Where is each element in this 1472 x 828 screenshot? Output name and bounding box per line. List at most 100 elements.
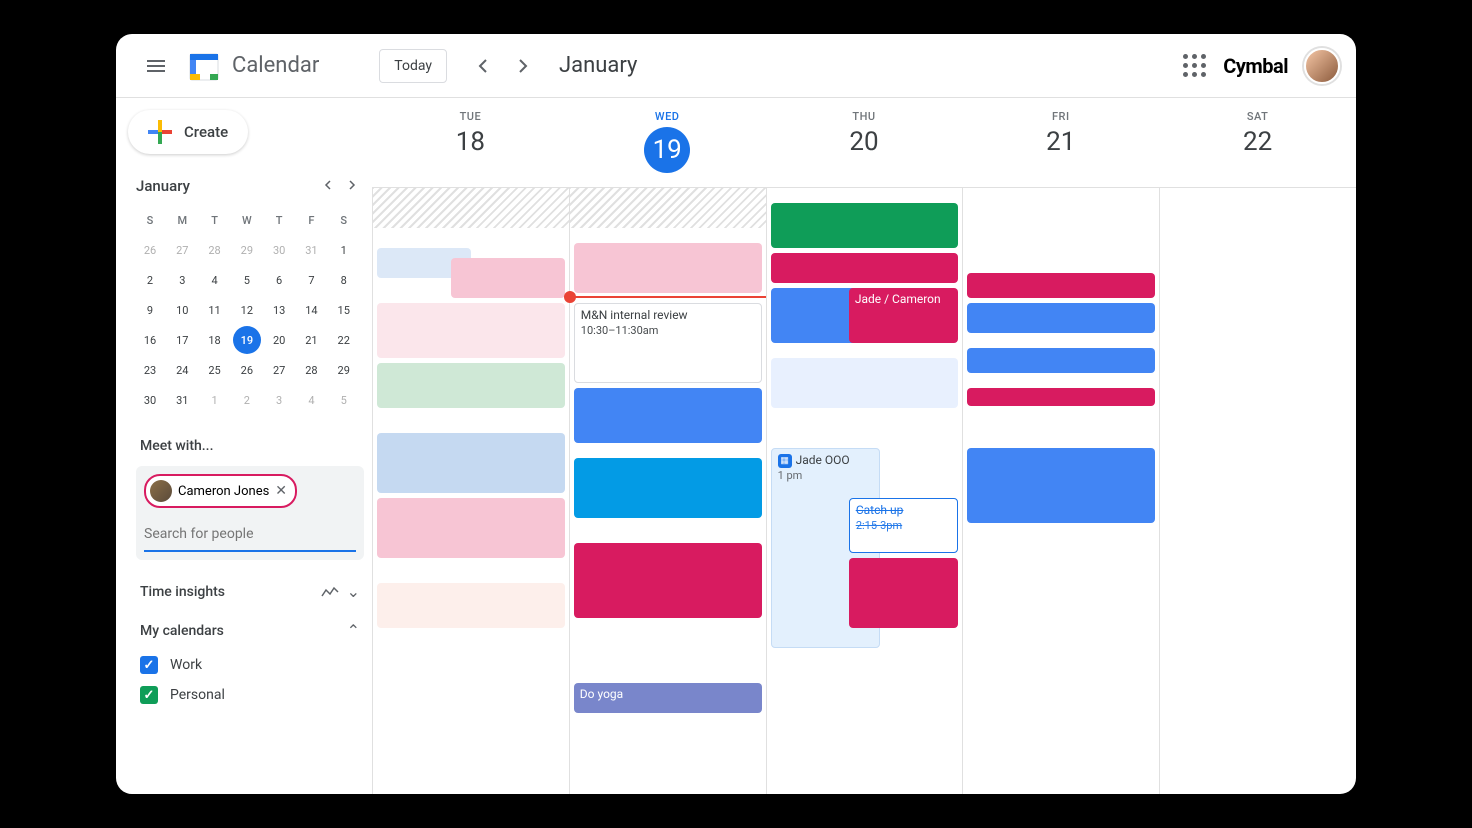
create-button[interactable]: Create (128, 110, 248, 154)
mini-cal-day[interactable]: 4 (297, 386, 325, 414)
event-block[interactable] (967, 303, 1155, 333)
day-header[interactable]: WED19 (569, 98, 766, 187)
event-block[interactable] (967, 273, 1155, 298)
calendar-label: Personal (170, 687, 225, 703)
mini-cal-day[interactable]: 5 (233, 266, 261, 294)
today-button[interactable]: Today (379, 49, 447, 83)
mini-cal-day[interactable]: 27 (168, 236, 196, 264)
calendar-checkbox[interactable] (140, 686, 158, 704)
event-block[interactable] (377, 583, 565, 628)
mini-cal-day[interactable]: 30 (265, 236, 293, 264)
prev-period-button[interactable] (467, 50, 499, 82)
account-avatar[interactable] (1304, 48, 1340, 84)
mini-cal-day[interactable]: 3 (265, 386, 293, 414)
day-column-wed[interactable]: M&N internal review 10:30–11:30am Do yog… (569, 188, 766, 794)
event-block[interactable] (574, 243, 762, 293)
day-column-fri[interactable] (962, 188, 1159, 794)
mini-cal-day[interactable]: 9 (136, 296, 164, 324)
mini-cal-day[interactable]: 11 (201, 296, 229, 324)
event-block[interactable] (849, 558, 959, 628)
mini-cal-day[interactable]: 7 (297, 266, 325, 294)
event-internal-review[interactable]: M&N internal review 10:30–11:30am (574, 303, 762, 383)
mini-cal-day[interactable]: 28 (297, 356, 325, 384)
event-block[interactable] (377, 433, 565, 493)
mini-cal-day[interactable]: 2 (136, 266, 164, 294)
event-block[interactable] (771, 253, 959, 283)
mini-cal-day[interactable]: 12 (233, 296, 261, 324)
mini-cal-day[interactable]: 10 (168, 296, 196, 324)
day-header[interactable]: TUE18 (372, 98, 569, 187)
calendar-grid[interactable]: M&N internal review 10:30–11:30am Do yog… (372, 188, 1356, 794)
mini-cal-day[interactable]: 24 (168, 356, 196, 384)
time-insights-row[interactable]: Time insights ⌄ (128, 572, 372, 611)
mini-cal-day[interactable]: 2 (233, 386, 261, 414)
mini-cal-day[interactable]: 29 (233, 236, 261, 264)
mini-cal-day[interactable]: 14 (297, 296, 325, 324)
mini-cal-day[interactable]: 29 (330, 356, 358, 384)
day-column-tue[interactable] (372, 188, 569, 794)
event-block[interactable] (377, 303, 565, 358)
mini-cal-day[interactable]: 17 (168, 326, 196, 354)
calendar-item-personal[interactable]: Personal (128, 680, 372, 710)
mini-cal-day[interactable]: 26 (136, 236, 164, 264)
my-calendars-row[interactable]: My calendars ⌃ (128, 611, 372, 650)
mini-cal-day[interactable]: 31 (297, 236, 325, 264)
event-catch-up-declined[interactable]: Catch up 2:15-3pm (849, 498, 959, 553)
mini-cal-day[interactable]: 4 (201, 266, 229, 294)
event-block[interactable] (771, 358, 959, 408)
time-dot-icon (564, 291, 576, 303)
meet-with-box: Cameron Jones ✕ (136, 466, 364, 560)
event-block[interactable] (377, 363, 565, 408)
mini-cal-day[interactable]: 1 (330, 236, 358, 264)
mini-cal-day[interactable]: 19 (233, 326, 261, 354)
meet-with-label: Meet with... (128, 430, 372, 462)
day-column-thu[interactable]: Jade / Cameron ▦Jade OOO 1 pm Catch up 2… (766, 188, 963, 794)
mini-cal-day[interactable]: 16 (136, 326, 164, 354)
app-title: Calendar (232, 53, 319, 78)
calendar-item-work[interactable]: Work (128, 650, 372, 680)
mini-cal-day[interactable]: 27 (265, 356, 293, 384)
mini-cal-day[interactable]: 22 (330, 326, 358, 354)
day-header[interactable]: THU20 (766, 98, 963, 187)
mini-cal-day[interactable]: 6 (265, 266, 293, 294)
person-chip[interactable]: Cameron Jones ✕ (144, 474, 297, 508)
people-search-input[interactable] (144, 518, 356, 552)
event-block[interactable] (771, 203, 959, 248)
event-block[interactable] (574, 388, 762, 443)
event-jade-cameron[interactable]: Jade / Cameron (849, 288, 959, 343)
mini-cal-day[interactable]: 28 (201, 236, 229, 264)
mini-cal-day[interactable]: 31 (168, 386, 196, 414)
mini-prev-button[interactable] (320, 174, 336, 198)
mini-cal-day[interactable]: 5 (330, 386, 358, 414)
event-block[interactable] (574, 543, 762, 618)
mini-cal-day[interactable]: 23 (136, 356, 164, 384)
mini-cal-day[interactable]: 3 (168, 266, 196, 294)
day-column-sat[interactable] (1159, 188, 1356, 794)
calendar-checkbox[interactable] (140, 656, 158, 674)
mini-cal-day[interactable]: 18 (201, 326, 229, 354)
mini-next-button[interactable] (344, 174, 360, 198)
mini-cal-day[interactable]: 25 (201, 356, 229, 384)
event-block[interactable] (967, 388, 1155, 406)
event-block[interactable] (967, 448, 1155, 523)
main-menu-button[interactable] (132, 42, 180, 90)
google-apps-button[interactable] (1183, 54, 1207, 78)
event-block[interactable] (451, 258, 564, 298)
day-header[interactable]: FRI21 (962, 98, 1159, 187)
event-block[interactable] (967, 348, 1155, 373)
event-block[interactable] (377, 498, 565, 558)
mini-cal-day[interactable]: 1 (201, 386, 229, 414)
mini-cal-day[interactable]: 15 (330, 296, 358, 324)
mini-cal-day[interactable]: 21 (297, 326, 325, 354)
day-header[interactable]: SAT22 (1159, 98, 1356, 187)
chip-remove-button[interactable]: ✕ (275, 483, 287, 499)
event-do-yoga[interactable]: Do yoga (574, 683, 762, 713)
event-block[interactable] (574, 458, 762, 518)
mini-cal-day[interactable]: 20 (265, 326, 293, 354)
mini-cal-day[interactable]: 8 (330, 266, 358, 294)
mini-cal-day[interactable]: 30 (136, 386, 164, 414)
hamburger-icon (147, 60, 165, 72)
mini-cal-day[interactable]: 26 (233, 356, 261, 384)
mini-cal-day[interactable]: 13 (265, 296, 293, 324)
next-period-button[interactable] (507, 50, 539, 82)
